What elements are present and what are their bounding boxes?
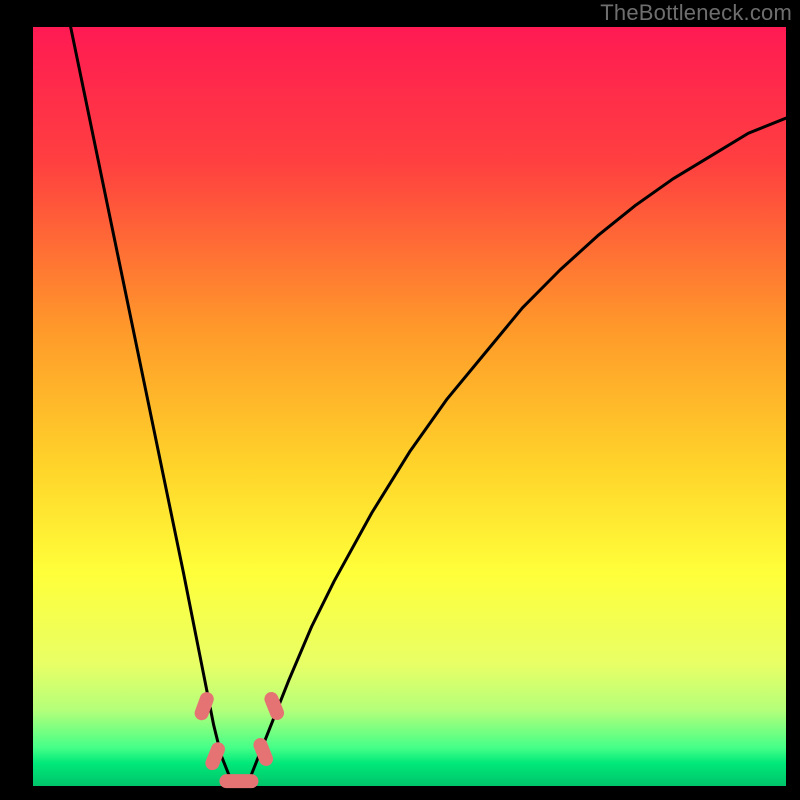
marker-right-upper: [262, 690, 285, 722]
marker-bottom: [220, 775, 259, 789]
markers-layer: [33, 27, 786, 786]
marker-right-lower: [251, 736, 274, 768]
marker-left-upper: [193, 690, 216, 722]
marker-left-lower: [204, 740, 227, 772]
plot-area: [33, 27, 786, 786]
watermark-text: TheBottleneck.com: [600, 0, 792, 26]
outer-frame: TheBottleneck.com: [0, 0, 800, 800]
